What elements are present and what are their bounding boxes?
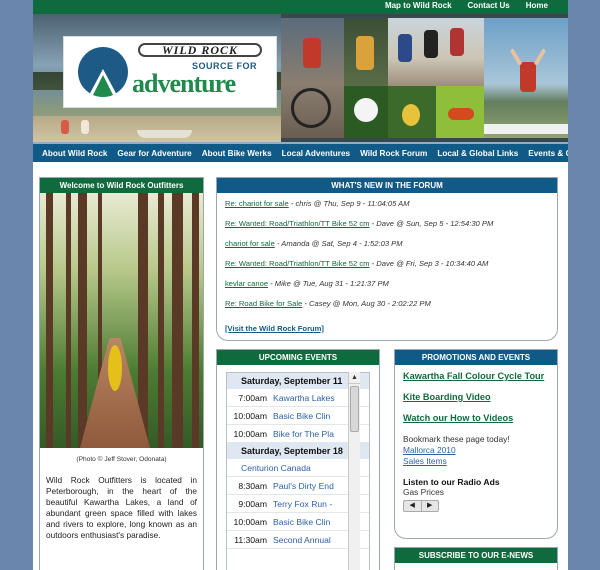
forum-panel: WHAT'S NEW IN THE FORUM Re: chariot for … — [216, 177, 558, 341]
event-time: 10:00am — [233, 517, 267, 527]
radio-ads-heading: Listen to our Radio Ads — [403, 477, 500, 487]
map-link[interactable]: Map to Wild Rock — [385, 1, 452, 10]
forum-post-link[interactable]: Re: chariot for sale — [225, 199, 289, 208]
bookmark-block: Bookmark these page today! Mallorca 2010… — [403, 434, 549, 467]
promo-pager: ◀ ▶ — [403, 500, 439, 512]
wild-rock-logo[interactable]: WILD ROCK SOURCE FOR adventure — [63, 36, 277, 108]
nav-about-bike-werks[interactable]: About Bike Werks — [197, 149, 277, 158]
nav-wild-rock-forum[interactable]: Wild Rock Forum — [355, 149, 432, 158]
nav-local-global-links[interactable]: Local & Global Links — [432, 149, 523, 158]
scroll-up-icon[interactable]: ▲ — [349, 372, 360, 384]
mountain-logo-icon — [78, 47, 128, 97]
events-scrollbar[interactable]: ▲ — [348, 372, 360, 570]
welcome-text: Wild Rock Outfitters is located in Peter… — [46, 475, 197, 540]
enews-panel: SUBSCRIBE TO OUR E-NEWS — [394, 547, 558, 570]
orchid-photo — [388, 86, 436, 138]
trillium-photo — [344, 86, 388, 138]
rider-photo — [344, 18, 388, 86]
promo-how-to-videos-link[interactable]: Watch our How to Videos — [403, 413, 549, 423]
enews-title: SUBSCRIBE TO OUR E-NEWS — [395, 548, 557, 563]
sales-items-link[interactable]: Sales Items — [403, 456, 549, 467]
forum-post-meta: - Dave @ Sun, Sep 5 - 12:54:30 PM — [369, 219, 494, 228]
logo-tagline-big: adventure — [132, 69, 236, 98]
event-name[interactable]: Kawartha Lakes — [273, 389, 335, 406]
home-link[interactable]: Home — [526, 1, 548, 10]
promo-cycle-tour-link[interactable]: Kawartha Fall Colour Cycle Tour — [403, 371, 549, 381]
nav-local-adventures[interactable]: Local Adventures — [277, 149, 355, 158]
forum-post: Re: chariot for sale - chris @ Thu, Sep … — [225, 198, 549, 218]
forest-canoe-photo — [40, 193, 203, 448]
event-name[interactable]: Centurion Canada — [227, 459, 311, 476]
event-time: 8:30am — [238, 481, 267, 491]
bookmark-text: Bookmark these page today! — [403, 434, 510, 444]
page: Map to Wild Rock Contact Us Home WILD RO… — [33, 0, 568, 570]
header-banner: WILD ROCK SOURCE FOR adventure — [33, 14, 568, 142]
event-time: 10:00am — [233, 429, 267, 439]
promotions-panel: PROMOTIONS AND EVENTS Kawartha Fall Colo… — [394, 349, 558, 539]
forum-post-meta: - Dave @ Fri, Sep 3 - 10:34:40 AM — [369, 259, 489, 268]
next-arrow-icon[interactable]: ▶ — [420, 501, 439, 511]
event-time: 10:00am — [233, 411, 267, 421]
event-time: 7:00am — [238, 393, 267, 403]
forum-post-meta: - Amanda @ Sat, Sep 4 - 1:52:03 PM — [274, 239, 403, 248]
event-name[interactable]: Second Annual — [273, 531, 331, 548]
welcome-panel: Welcome to Wild Rock Outfitters (Photo ©… — [39, 177, 204, 570]
event-name[interactable]: Basic Bike Clin — [273, 513, 330, 530]
forum-post-meta: - Casey @ Mon, Aug 30 - 2:02:22 PM — [302, 299, 431, 308]
promotions-title: PROMOTIONS AND EVENTS — [395, 350, 557, 365]
nav-about-wild-rock[interactable]: About Wild Rock — [37, 149, 112, 158]
forum-post: Re: Wanted: Road/Triathlon/TT Bike 52 cm… — [225, 218, 549, 238]
gas-prices-text: Gas Prices — [403, 487, 444, 497]
event-name[interactable]: Terry Fox Run - — [273, 495, 332, 512]
main-nav: About Wild Rock Gear for Adventure About… — [33, 142, 568, 162]
forum-post-link[interactable]: Re: Wanted: Road/Triathlon/TT Bike 52 cm — [225, 259, 369, 268]
forum-post: chariot for sale - Amanda @ Sat, Sep 4 -… — [225, 238, 549, 258]
event-time: 9:00am — [238, 499, 267, 509]
forum-post: Re: Wanted: Road/Triathlon/TT Bike 52 cm… — [225, 258, 549, 278]
event-name[interactable]: Bike for The Pla — [273, 425, 334, 442]
nav-events-clubs[interactable]: Events & Clubs — [523, 149, 568, 158]
event-name[interactable]: Paul's Dirty End — [273, 477, 334, 494]
visit-forum-link[interactable]: [Visit the Wild Rock Forum] — [225, 324, 324, 333]
forum-post-meta: - chris @ Thu, Sep 9 - 11:04:05 AM — [288, 199, 410, 208]
beetle-photo — [436, 86, 484, 138]
forum-post: kevlar canoe - Mike @ Tue, Aug 31 - 1:21… — [225, 278, 549, 298]
canoe-image — [137, 130, 192, 138]
forum-post-link[interactable]: Re: Wanted: Road/Triathlon/TT Bike 52 cm — [225, 219, 369, 228]
logo-wordmark: WILD ROCK — [138, 43, 262, 57]
yellow-canoe-image — [108, 345, 122, 391]
forum-post: Re: Road Bike for Sale - Casey @ Mon, Au… — [225, 298, 549, 318]
scroll-thumb[interactable] — [350, 386, 359, 432]
celebration-photo — [484, 18, 568, 138]
forum-title: WHAT'S NEW IN THE FORUM — [217, 178, 557, 193]
forum-post-link[interactable]: chariot for sale — [225, 239, 275, 248]
welcome-title: Welcome to Wild Rock Outfitters — [40, 178, 203, 193]
forum-post-link[interactable]: kevlar canoe — [225, 279, 268, 288]
cyclist-photo — [281, 18, 344, 138]
event-name[interactable]: Basic Bike Clin — [273, 407, 330, 424]
nav-gear-for-adventure[interactable]: Gear for Adventure — [112, 149, 196, 158]
contact-link[interactable]: Contact Us — [468, 1, 510, 10]
promo-kite-video-link[interactable]: Kite Boarding Video — [403, 392, 549, 402]
events-panel: UPCOMING EVENTS Saturday, September 11 7… — [216, 349, 380, 570]
photo-credit: (Photo © Jeff Stover, Odonata) — [76, 456, 167, 463]
top-bar: Map to Wild Rock Contact Us Home — [33, 0, 568, 14]
forum-post-link[interactable]: Re: Road Bike for Sale — [225, 299, 302, 308]
event-time: 11:30am — [234, 535, 267, 545]
prev-arrow-icon[interactable]: ◀ — [404, 501, 421, 511]
mallorca-link[interactable]: Mallorca 2010 — [403, 445, 549, 456]
events-title: UPCOMING EVENTS — [217, 350, 379, 365]
forum-post-meta: - Mike @ Tue, Aug 31 - 1:21:37 PM — [268, 279, 389, 288]
group-ride-photo — [388, 18, 484, 86]
